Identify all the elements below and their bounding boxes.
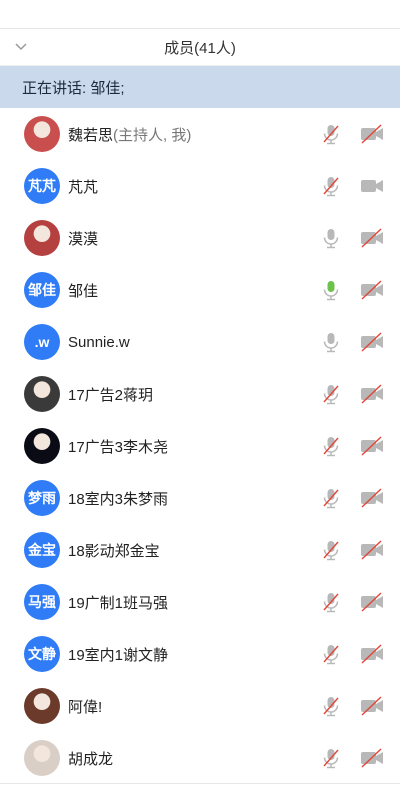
avatar: .w xyxy=(24,324,60,360)
camera-off-icon[interactable] xyxy=(360,695,384,717)
avatar-initials: .w xyxy=(34,334,50,350)
member-row[interactable]: 阿偉! xyxy=(0,680,400,732)
member-row[interactable]: 魏若思(主持人, 我) xyxy=(0,108,400,160)
member-row[interactable]: 文静 19室内1谢文静 xyxy=(0,628,400,680)
member-name: 18室内3朱梦雨 xyxy=(68,488,400,509)
camera-off-icon[interactable] xyxy=(360,383,384,405)
member-name-text: 18室内3朱梦雨 xyxy=(68,490,169,508)
mic-muted-icon[interactable] xyxy=(320,175,342,197)
camera-off-icon[interactable] xyxy=(360,643,384,665)
avatar xyxy=(24,428,60,464)
member-name: 19室内1谢文静 xyxy=(68,644,400,665)
member-name: 18影动郑金宝 xyxy=(68,540,400,561)
avatar xyxy=(24,220,60,256)
member-name: 邹佳 xyxy=(68,280,400,301)
member-row[interactable]: 马强 19广制1班马强 xyxy=(0,576,400,628)
mic-muted-icon[interactable] xyxy=(320,435,342,457)
camera-icon[interactable] xyxy=(360,175,384,197)
avatar: 金宝 xyxy=(24,532,60,568)
avatar: 邹佳 xyxy=(24,272,60,308)
mic-muted-icon[interactable] xyxy=(320,123,342,145)
member-name: 漠漠 xyxy=(68,228,400,249)
camera-off-icon[interactable] xyxy=(360,539,384,561)
member-name: 魏若思(主持人, 我) xyxy=(68,124,400,145)
member-name-text: 19室内1谢文静 xyxy=(68,646,169,664)
speaking-text: 正在讲话: 邹佳; xyxy=(22,79,125,97)
member-name-text: 芃芃 xyxy=(68,178,99,196)
member-row[interactable]: 梦雨 18室内3朱梦雨 xyxy=(0,472,400,524)
avatar-initials: 金宝 xyxy=(28,542,56,558)
member-row[interactable]: 漠漠 xyxy=(0,212,400,264)
avatar xyxy=(24,688,60,724)
avatar xyxy=(24,376,60,412)
member-name-text: 胡成龙 xyxy=(68,750,114,768)
camera-off-icon[interactable] xyxy=(360,123,384,145)
member-name-text: 魏若思 xyxy=(68,126,114,144)
member-name: 19广制1班马强 xyxy=(68,592,400,613)
mic-muted-icon[interactable] xyxy=(320,643,342,665)
member-name-text: 17广告2蒋玥 xyxy=(68,386,154,404)
mic-icon[interactable] xyxy=(320,227,342,249)
top-bar xyxy=(0,0,400,29)
avatar xyxy=(24,740,60,776)
camera-off-icon[interactable] xyxy=(360,227,384,249)
avatar-initials: 芃芃 xyxy=(28,178,56,194)
avatar-initials: 梦雨 xyxy=(28,490,56,506)
bottom-divider xyxy=(0,783,400,792)
member-row[interactable]: 金宝 18影动郑金宝 xyxy=(0,524,400,576)
members-title: 成员(41人) xyxy=(164,39,236,57)
member-row[interactable]: 17广告2蒋玥 xyxy=(0,368,400,420)
member-name-text: 阿偉! xyxy=(68,698,103,716)
members-header[interactable]: 成员(41人) xyxy=(0,29,400,66)
member-row[interactable]: 17广告3李木尧 xyxy=(0,420,400,472)
camera-off-icon[interactable] xyxy=(360,331,384,353)
avatar: 文静 xyxy=(24,636,60,672)
member-name: 17广告3李木尧 xyxy=(68,436,400,457)
member-name: 芃芃 xyxy=(68,176,400,197)
member-row[interactable]: .w Sunnie.w xyxy=(0,316,400,368)
member-name-text: 19广制1班马强 xyxy=(68,594,169,612)
chevron-down-icon[interactable] xyxy=(14,39,28,53)
member-name: Sunnie.w xyxy=(68,334,400,351)
camera-off-icon[interactable] xyxy=(360,435,384,457)
member-row[interactable]: 邹佳 邹佳 xyxy=(0,264,400,316)
mic-muted-icon[interactable] xyxy=(320,695,342,717)
member-name-text: 漠漠 xyxy=(68,230,99,248)
avatar: 马强 xyxy=(24,584,60,620)
mic-muted-icon[interactable] xyxy=(320,747,342,769)
member-name: 胡成龙 xyxy=(68,748,400,769)
member-row[interactable]: 芃芃 芃芃 xyxy=(0,160,400,212)
member-name-text: 邹佳 xyxy=(68,282,99,300)
speaking-banner: 正在讲话: 邹佳; xyxy=(0,66,400,108)
member-name-text: 18影动郑金宝 xyxy=(68,542,160,560)
member-name-text: 17广告3李木尧 xyxy=(68,438,169,456)
mic-icon[interactable] xyxy=(320,331,342,353)
member-name: 阿偉! xyxy=(68,696,400,717)
member-list: 魏若思(主持人, 我) 芃芃 芃芃漠漠邹佳 邹佳 .w Sunnie.w 17广告2蒋玥 17… xyxy=(0,108,400,784)
member-role: (主持人, 我) xyxy=(113,126,192,144)
avatar-initials: 邹佳 xyxy=(28,282,56,298)
avatar xyxy=(24,116,60,152)
mic-muted-icon[interactable] xyxy=(320,487,342,509)
member-row[interactable]: 胡成龙 xyxy=(0,732,400,784)
mic-muted-icon[interactable] xyxy=(320,539,342,561)
avatar-initials: 文静 xyxy=(28,646,56,662)
mic-muted-icon[interactable] xyxy=(320,591,342,613)
avatar-initials: 马强 xyxy=(28,594,56,610)
mic-muted-icon[interactable] xyxy=(320,383,342,405)
camera-off-icon[interactable] xyxy=(360,747,384,769)
camera-off-icon[interactable] xyxy=(360,279,384,301)
camera-off-icon[interactable] xyxy=(360,487,384,509)
member-name-text: Sunnie.w xyxy=(68,333,130,351)
avatar: 梦雨 xyxy=(24,480,60,516)
camera-off-icon[interactable] xyxy=(360,591,384,613)
avatar: 芃芃 xyxy=(24,168,60,204)
member-name: 17广告2蒋玥 xyxy=(68,384,400,405)
mic-icon[interactable] xyxy=(320,279,342,301)
